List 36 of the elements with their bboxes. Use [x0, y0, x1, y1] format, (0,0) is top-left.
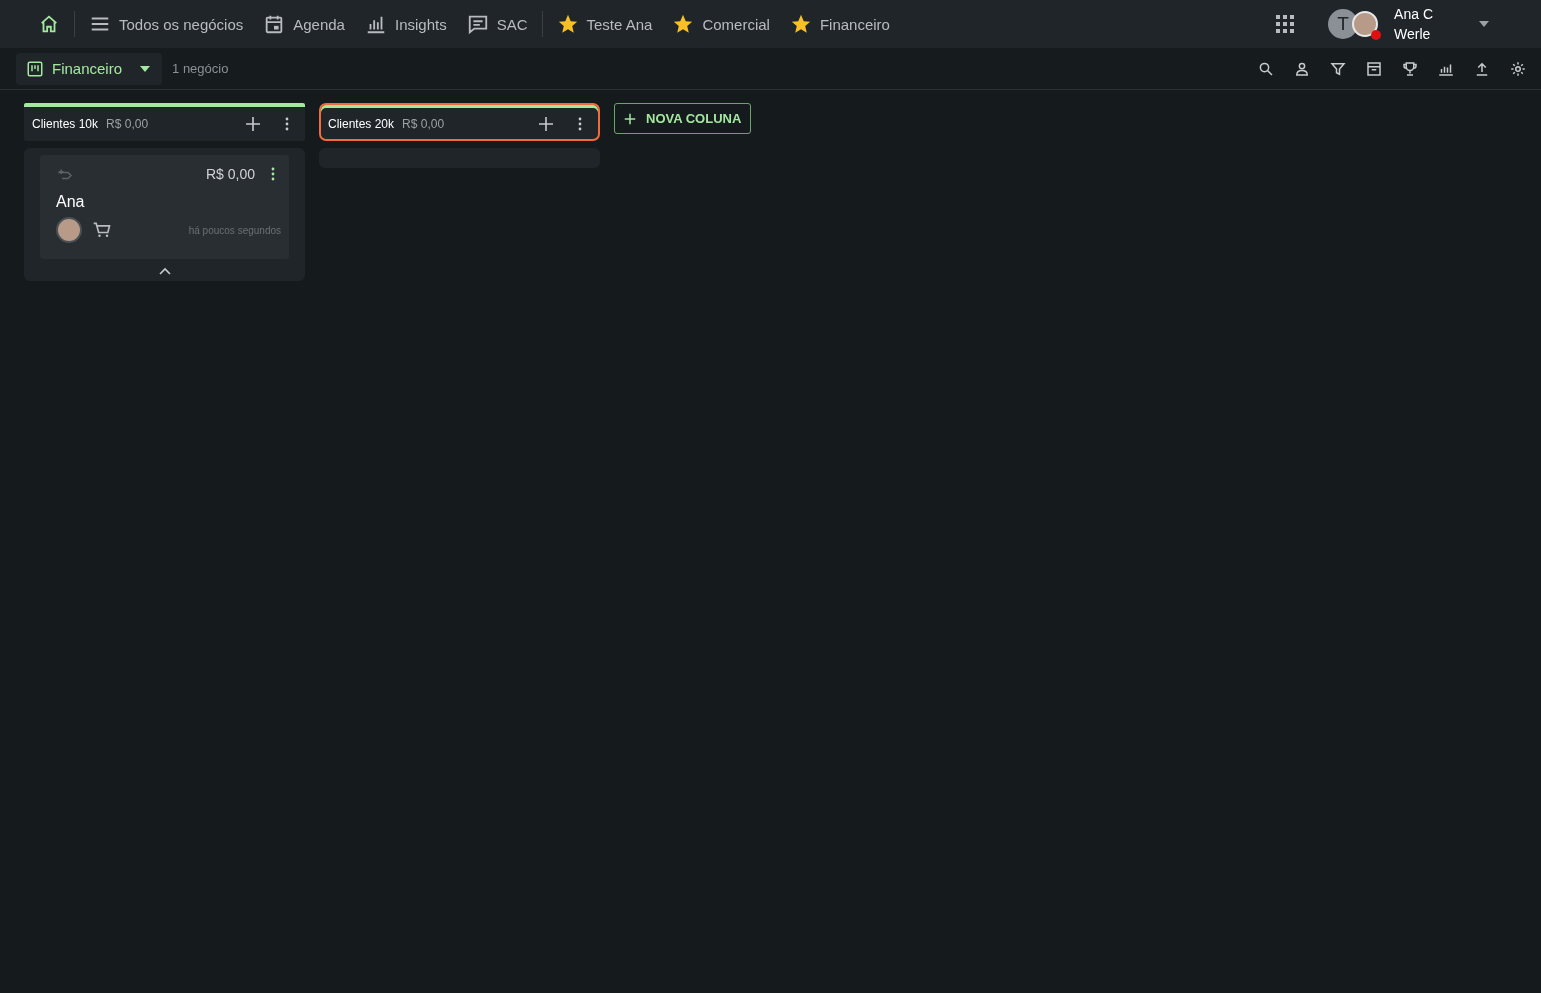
deal-name: Ana — [56, 193, 86, 211]
deal-value: R$ 0,00 — [205, 166, 255, 182]
column-total: R$ 0,00 — [106, 117, 149, 131]
add-icon[interactable] — [245, 116, 261, 132]
nav-item[interactable]: Comercial — [662, 6, 780, 42]
apps-grid-icon[interactable] — [1276, 15, 1295, 33]
archive-icon[interactable] — [1365, 59, 1383, 78]
nav-item[interactable]: Todos os negócios — [79, 6, 254, 42]
board-icon — [26, 59, 44, 78]
add-icon — [624, 112, 636, 125]
trophy-icon[interactable] — [1401, 59, 1419, 78]
collapse-icon[interactable] — [158, 267, 171, 275]
column-title: Clientes 10k — [32, 117, 99, 131]
column-title: Clientes 20k — [328, 116, 395, 131]
cart-icon — [92, 220, 112, 240]
chat-icon — [466, 13, 489, 35]
column-header[interactable]: Clientes 10k R$ 0,00 — [24, 103, 305, 141]
nav-item[interactable]: Insights — [354, 6, 457, 42]
pipeline-dropdown[interactable]: Financeiro — [16, 52, 163, 85]
avatar-photo — [1352, 11, 1379, 37]
home-icon — [38, 13, 60, 35]
avatar-photo — [56, 217, 82, 243]
user-name[interactable]: Ana C Werle — [1394, 4, 1433, 44]
nav-item[interactable]: Teste Ana — [546, 6, 663, 42]
caret-icon — [140, 65, 151, 72]
nav-item[interactable]: Financeiro — [779, 6, 900, 42]
caret-icon[interactable] — [1479, 21, 1489, 27]
nav-item[interactable]: SAC — [456, 6, 538, 42]
deal-count: 1 negócio — [172, 61, 229, 76]
column-total: R$ 0,00 — [402, 116, 445, 131]
settings-icon[interactable] — [1509, 59, 1527, 78]
add-icon[interactable] — [538, 115, 554, 132]
column-header[interactable]: Clientes 20k R$ 0,00 — [319, 103, 600, 141]
new-column-button[interactable]: NOVA COLUNA — [614, 103, 752, 134]
nav-item[interactable]: Agenda — [253, 6, 355, 42]
status-dot — [1371, 30, 1382, 40]
